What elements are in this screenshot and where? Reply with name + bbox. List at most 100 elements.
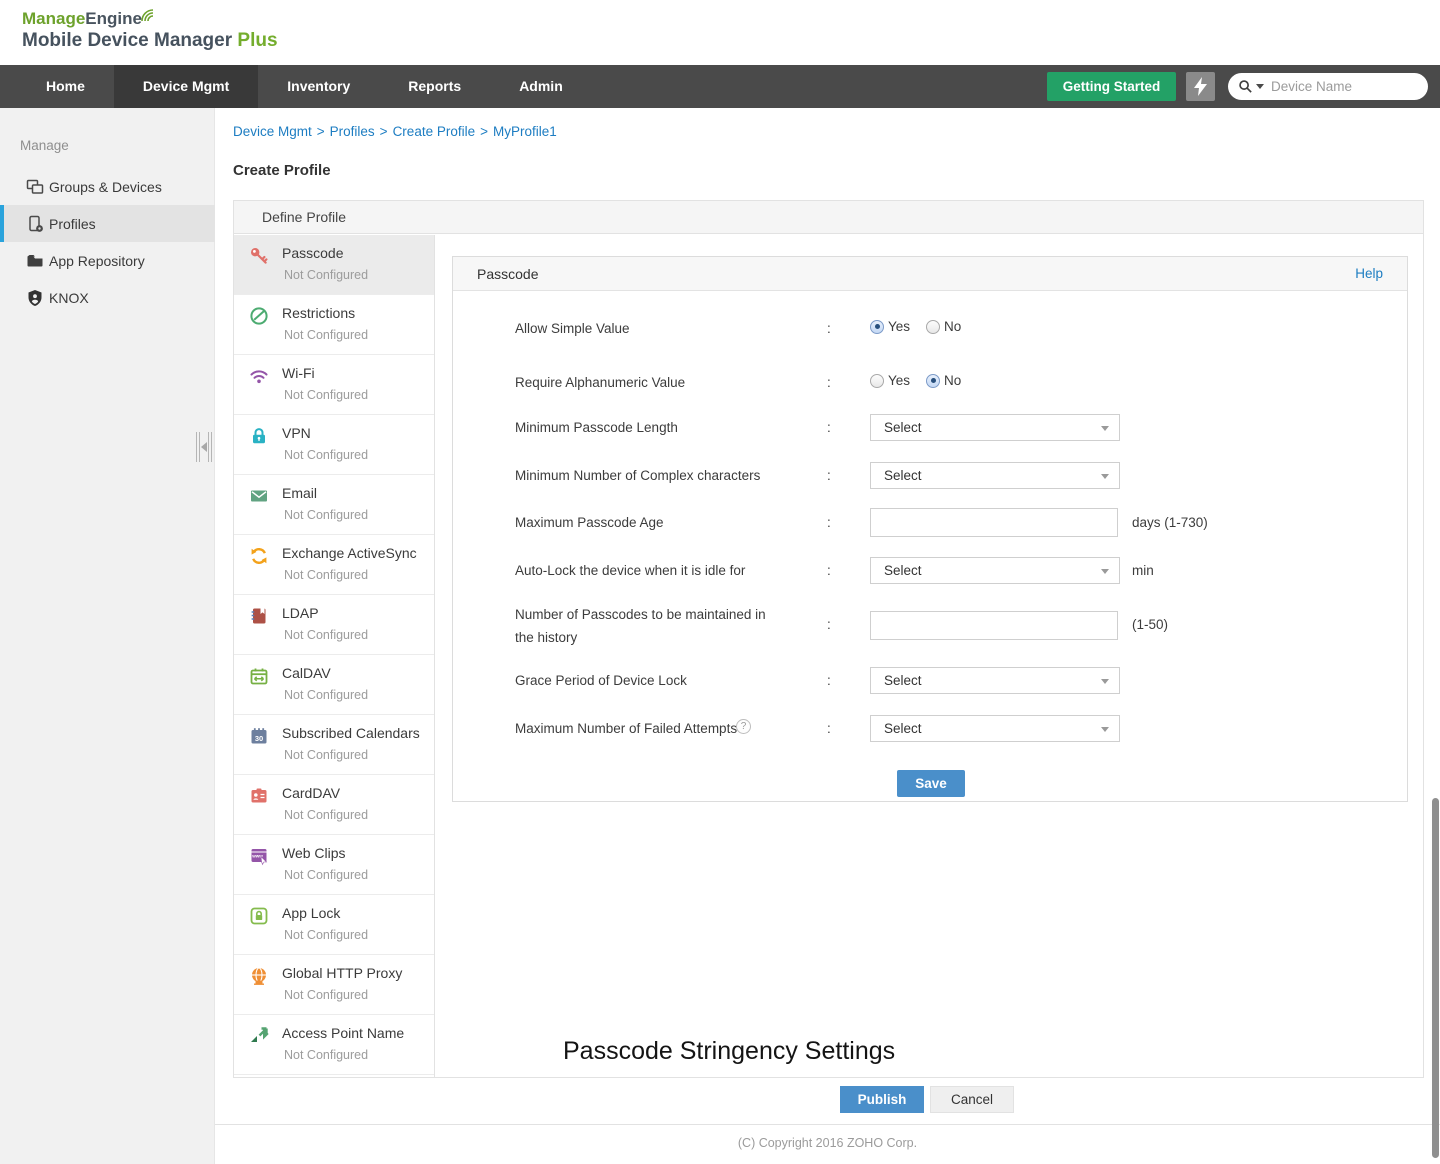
- key-icon: [251, 248, 268, 264]
- grace-period-select[interactable]: Select: [870, 667, 1120, 694]
- section-item-restrictions[interactable]: Restrictions Not Configured: [234, 295, 434, 355]
- status-text: Not Configured: [284, 448, 369, 462]
- status-text: Not Configured: [284, 508, 369, 522]
- calendar-30-icon: 30: [251, 728, 267, 744]
- save-button[interactable]: Save: [897, 770, 965, 797]
- section-item-vpn[interactable]: VPN Not Configured: [234, 415, 434, 475]
- tab-define-profile[interactable]: Define Profile: [262, 201, 346, 234]
- search-scope-caret-icon[interactable]: [1256, 84, 1264, 89]
- section-item-web-clips[interactable]: www Web Clips Not Configured: [234, 835, 434, 895]
- min-complex-chars-select[interactable]: Select: [870, 462, 1120, 489]
- profile-sections-list: Passcode Not Configured Restrictions Not…: [234, 235, 435, 1077]
- publish-button[interactable]: Publish: [840, 1086, 924, 1113]
- section-item-app-lock[interactable]: App Lock Not Configured: [234, 895, 434, 955]
- breadcrumb-create-profile[interactable]: Create Profile: [393, 124, 476, 139]
- quick-actions-button[interactable]: [1186, 72, 1215, 101]
- min-passcode-length-select[interactable]: Select: [870, 414, 1120, 441]
- sidebar-item-knox[interactable]: KNOX: [0, 279, 215, 316]
- app-lock-icon: [250, 907, 268, 925]
- help-link[interactable]: Help: [1355, 257, 1383, 291]
- radio-no[interactable]: [926, 373, 941, 388]
- passcode-panel-header: Passcode Help: [453, 257, 1407, 291]
- chevron-down-icon: [1101, 474, 1109, 479]
- status-text: Not Configured: [284, 568, 369, 582]
- devices-icon: [26, 179, 44, 194]
- section-item-carddav[interactable]: CardDAV Not Configured: [234, 775, 434, 835]
- max-failed-attempts-select[interactable]: Select: [870, 715, 1120, 742]
- wifi-icon: [250, 370, 268, 384]
- search-icon: [1239, 80, 1252, 93]
- shield-icon: [28, 289, 42, 306]
- section-item-exchange-activesync[interactable]: Exchange ActiveSync Not Configured: [234, 535, 434, 595]
- brand-engine: Engine: [85, 9, 142, 28]
- sidebar-item-groups-devices[interactable]: Groups & Devices: [0, 168, 215, 205]
- sidebar-item-label: Profiles: [49, 215, 96, 232]
- collapse-arrow-icon: [201, 442, 207, 452]
- status-text: Not Configured: [284, 628, 369, 642]
- panel-title: Passcode: [477, 266, 539, 282]
- lock-icon: [253, 428, 265, 444]
- brand-product: Mobile Device Manager: [22, 30, 233, 52]
- copyright-text: (C) Copyright 2016 ZOHO Corp.: [737, 1136, 918, 1150]
- breadcrumb-device-mgmt[interactable]: Device Mgmt: [233, 124, 312, 139]
- cancel-button[interactable]: Cancel: [930, 1086, 1014, 1113]
- breadcrumb-myprofile1[interactable]: MyProfile1: [493, 124, 557, 139]
- brand-manage: Manage: [22, 9, 86, 28]
- nav-tab-reports[interactable]: Reports: [379, 65, 490, 108]
- status-text: Not Configured: [284, 388, 369, 402]
- auto-lock-label: Auto-Lock the device when it is idle for: [515, 563, 746, 578]
- auto-lock-select[interactable]: Select: [870, 557, 1120, 584]
- radio-no[interactable]: [926, 319, 941, 334]
- section-item-access-point-name[interactable]: Access Point Name Not Configured: [234, 1015, 434, 1075]
- app-header: ManageEngine Mobile Device Manager Plus: [0, 0, 1440, 65]
- nav-tab-home[interactable]: Home: [17, 65, 114, 108]
- left-sidebar: Manage Groups & Devices Profiles App Rep…: [0, 108, 215, 1164]
- section-item-global-http-proxy[interactable]: Global HTTP Proxy Not Configured: [234, 955, 434, 1015]
- grace-period-label: Grace Period of Device Lock: [515, 673, 687, 688]
- top-navbar: Home Device Mgmt Inventory Reports Admin…: [0, 65, 1440, 108]
- radio-yes[interactable]: [870, 319, 884, 334]
- sidebar-item-label: KNOX: [49, 289, 89, 306]
- chevron-down-icon: [1101, 679, 1109, 684]
- passcode-history-input[interactable]: [870, 611, 1118, 640]
- search-input[interactable]: [1271, 79, 1401, 94]
- nav-tab-device-mgmt[interactable]: Device Mgmt: [113, 65, 259, 108]
- sync-icon: [251, 548, 267, 564]
- sidebar-item-app-repository[interactable]: App Repository: [0, 242, 215, 279]
- breadcrumb-profiles[interactable]: Profiles: [330, 124, 375, 139]
- section-item-wifi[interactable]: Wi-Fi Not Configured: [234, 355, 434, 415]
- status-text: Not Configured: [284, 988, 369, 1002]
- auto-lock-suffix: min: [1132, 563, 1154, 578]
- address-book-icon: [251, 608, 266, 624]
- section-item-subscribed-calendars[interactable]: 30 Subscribed Calendars Not Configured: [234, 715, 434, 775]
- max-passcode-age-label: Maximum Passcode Age: [515, 515, 664, 530]
- help-tooltip-icon[interactable]: ?: [736, 719, 751, 734]
- max-passcode-age-suffix: days (1-730): [1132, 515, 1208, 530]
- sidebar-item-label: Groups & Devices: [49, 178, 162, 195]
- manageengine-logo: ManageEngine Mobile Device Manager Plus: [22, 8, 278, 53]
- radio-yes[interactable]: [870, 373, 884, 388]
- envelope-icon: [251, 490, 267, 502]
- sidebar-collapse-handle[interactable]: [196, 425, 212, 469]
- nav-tabs: Home Device Mgmt Inventory Reports Admin: [17, 65, 1440, 108]
- folder-icon: [27, 254, 43, 266]
- vertical-scrollbar-thumb[interactable]: [1432, 798, 1439, 1158]
- allow-simple-value-label: Allow Simple Value: [515, 321, 630, 336]
- section-item-passcode[interactable]: Passcode Not Configured: [234, 235, 434, 295]
- max-passcode-age-input[interactable]: [870, 508, 1118, 537]
- status-text: Not Configured: [284, 808, 369, 822]
- chevron-down-icon: [1101, 426, 1109, 431]
- profile-phone-icon: [29, 215, 43, 232]
- section-item-caldav[interactable]: CalDAV Not Configured: [234, 655, 434, 715]
- footer-divider: [215, 1124, 1440, 1125]
- getting-started-button[interactable]: Getting Started: [1047, 72, 1176, 101]
- sidebar-item-profiles[interactable]: Profiles: [0, 205, 215, 242]
- brand-plus: Plus: [237, 30, 278, 52]
- swoosh-icon: [141, 9, 154, 22]
- require-alphanumeric-label: Require Alphanumeric Value: [515, 375, 686, 390]
- sidebar-item-label: App Repository: [49, 252, 145, 269]
- nav-tab-admin[interactable]: Admin: [490, 65, 592, 108]
- section-item-ldap[interactable]: LDAP Not Configured: [234, 595, 434, 655]
- section-item-email[interactable]: Email Not Configured: [234, 475, 434, 535]
- nav-tab-inventory[interactable]: Inventory: [258, 65, 379, 108]
